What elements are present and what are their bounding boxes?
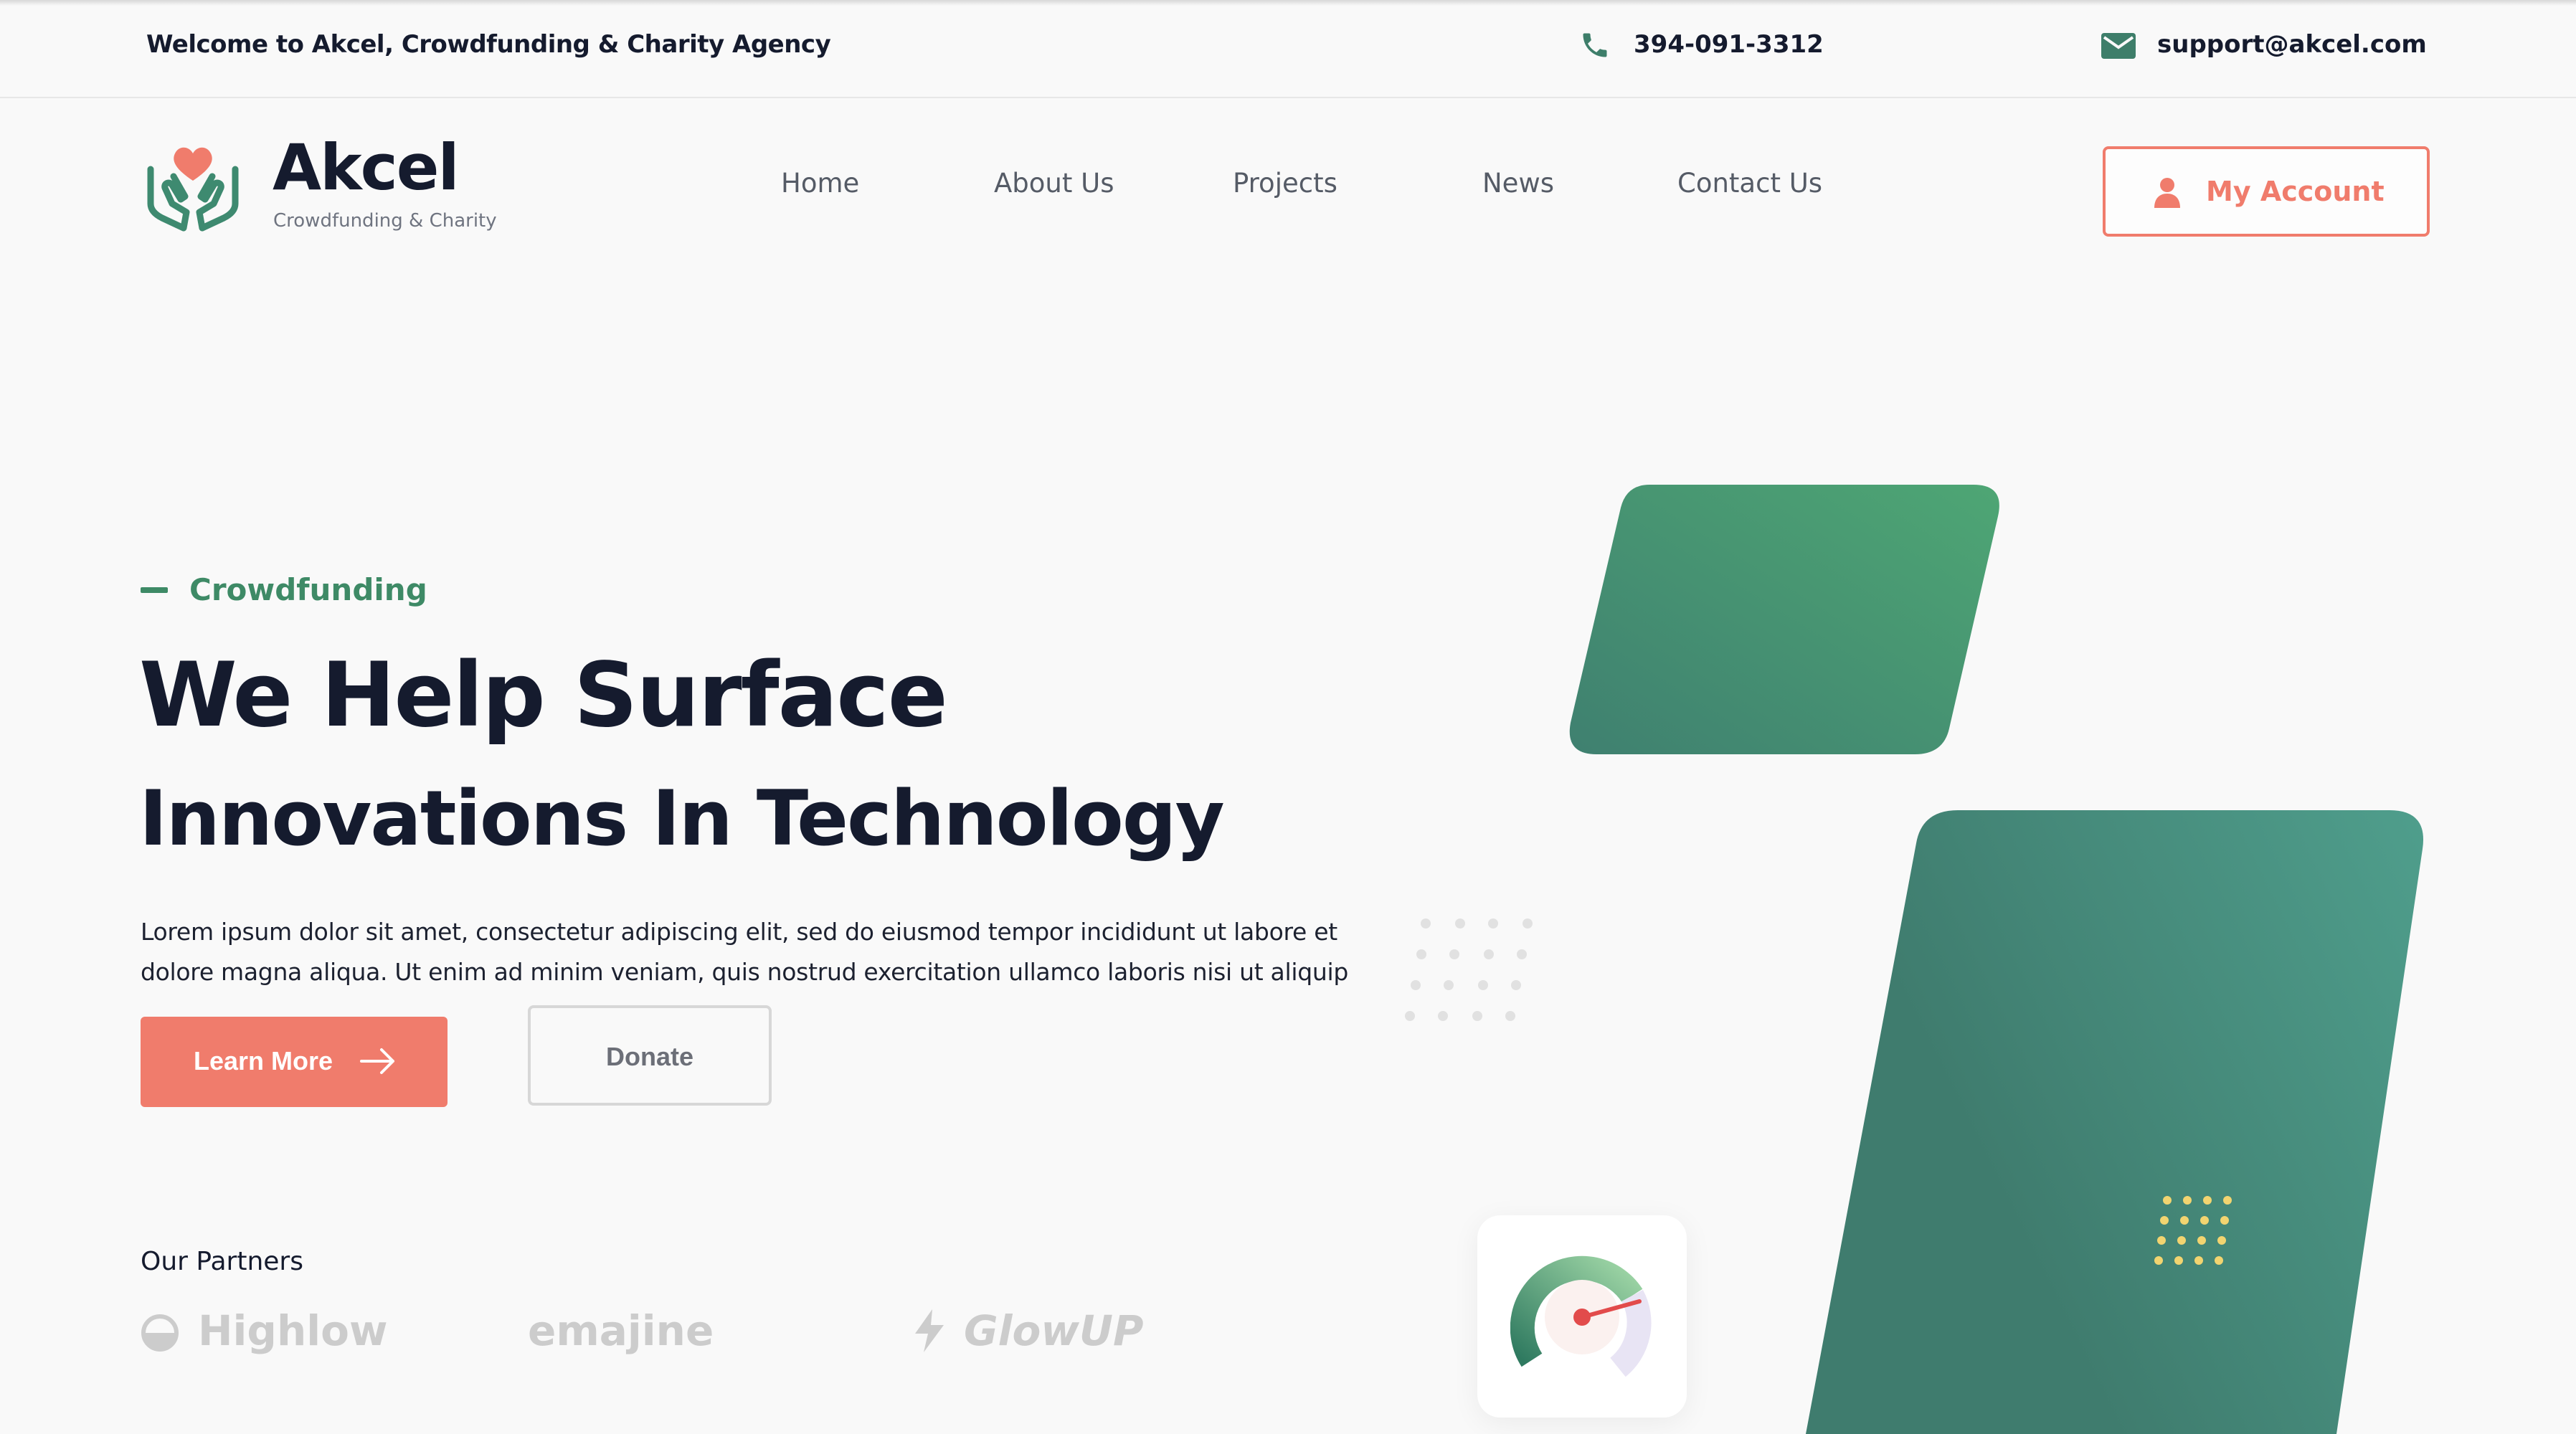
brand-name[interactable]: Akcel	[273, 133, 460, 202]
my-account-button[interactable]: My Account	[2103, 146, 2430, 237]
gauge-icon	[1510, 1255, 1652, 1377]
highlow-logo-icon	[141, 1314, 179, 1352]
user-icon	[2154, 178, 2180, 208]
learn-more-button[interactable]: Learn More	[141, 1017, 448, 1107]
phone-link[interactable]: 394-091-3312	[1634, 30, 1824, 59]
hero-title-line1: We Help Surface	[139, 644, 948, 747]
top-shadow	[0, 0, 2576, 6]
nav-projects[interactable]: Projects	[1233, 168, 1337, 199]
gauge-card	[1477, 1215, 1687, 1418]
hero-title-line2: Innovations In Technology	[139, 774, 1225, 863]
phone-icon	[1583, 33, 1607, 57]
hero-description: Lorem ipsum dolor sit amet, consectetur …	[141, 918, 1348, 986]
brand-tagline: Crowdfunding & Charity	[273, 210, 497, 232]
welcome-text: Welcome to Akcel, Crowdfunding & Charity…	[146, 30, 831, 59]
hero-eyebrow: Crowdfunding	[189, 572, 427, 607]
heart-hands-icon	[147, 147, 239, 232]
top-bar: Welcome to Akcel, Crowdfunding & Charity…	[0, 0, 2576, 98]
partner-highlow: Highlow	[198, 1306, 388, 1355]
partner-emajine: emajine	[528, 1306, 714, 1355]
email-link[interactable]: support@akcel.com	[2157, 30, 2427, 59]
partner-glowup: GlowUP	[964, 1306, 1144, 1355]
eyebrow-dash	[141, 587, 168, 593]
mail-icon	[2101, 33, 2136, 59]
nav-contact-us[interactable]: Contact Us	[1677, 168, 1822, 199]
arrow-right-icon	[360, 1048, 394, 1074]
lightning-icon	[915, 1309, 944, 1352]
nav-about-us[interactable]: About Us	[994, 168, 1114, 199]
donate-label: Donate	[605, 1042, 693, 1071]
my-account-label: My Account	[2206, 176, 2385, 207]
partners-title: Our Partners	[141, 1247, 303, 1276]
nav-news[interactable]: News	[1482, 168, 1554, 199]
learn-more-label: Learn More	[194, 1046, 333, 1076]
donate-button[interactable]: Donate	[528, 1005, 772, 1106]
logo-icon[interactable]	[141, 133, 245, 238]
nav-home[interactable]: Home	[781, 168, 859, 199]
